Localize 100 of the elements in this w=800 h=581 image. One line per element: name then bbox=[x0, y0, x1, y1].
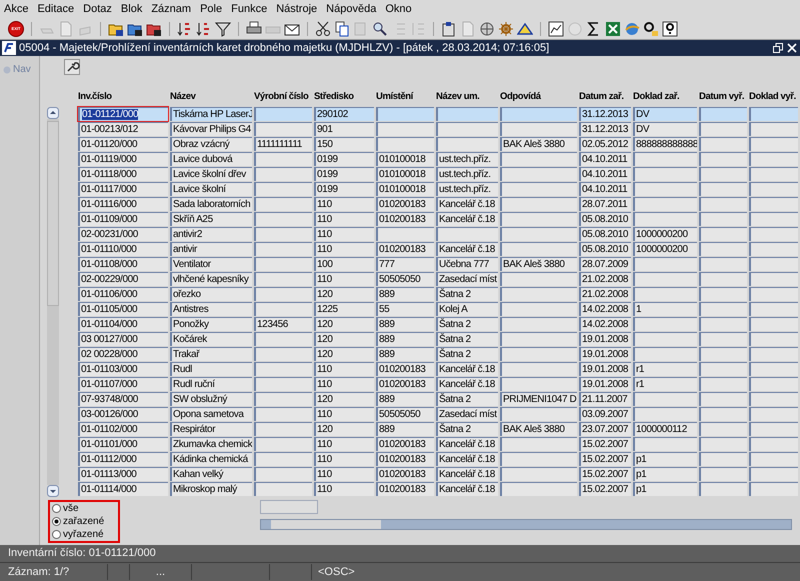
table-cell[interactable]: Ventilator bbox=[170, 257, 252, 271]
table-cell[interactable] bbox=[254, 482, 312, 496]
table-cell[interactable]: BAK Aleš 3880 bbox=[500, 137, 577, 151]
table-cell[interactable]: DV bbox=[633, 122, 697, 136]
table-cell[interactable] bbox=[633, 317, 697, 331]
table-cell[interactable] bbox=[699, 467, 747, 481]
table-cell[interactable]: 290102 bbox=[314, 107, 374, 121]
table-cell[interactable]: 889 bbox=[376, 317, 434, 331]
table-cell[interactable]: Opona sametova bbox=[170, 407, 252, 421]
table-cell[interactable]: Trakař bbox=[170, 347, 252, 361]
table-cell[interactable]: 010200183 bbox=[376, 362, 434, 376]
table-cell[interactable]: 01-01106/000 bbox=[78, 287, 168, 301]
table-cell[interactable]: 01-00213/012 bbox=[78, 122, 168, 136]
table-cell[interactable] bbox=[633, 257, 697, 271]
table-cell[interactable]: 02-00231/000 bbox=[78, 227, 168, 241]
table-cell[interactable]: 01-01104/000 bbox=[78, 317, 168, 331]
table-cell[interactable]: 889 bbox=[376, 332, 434, 346]
table-cell[interactable]: 1000000200 bbox=[633, 242, 697, 256]
table-cell[interactable]: 03-00126/000 bbox=[78, 407, 168, 421]
table-cell[interactable] bbox=[500, 227, 577, 241]
scissors-icon[interactable] bbox=[315, 20, 331, 36]
table-cell[interactable]: Rudl bbox=[170, 362, 252, 376]
table-cell[interactable]: Šatna 2 bbox=[436, 392, 498, 406]
table-cell[interactable]: 110 bbox=[314, 272, 374, 286]
table-cell[interactable]: 010100018 bbox=[376, 182, 434, 196]
document-icon[interactable] bbox=[58, 20, 74, 36]
table-cell[interactable] bbox=[500, 272, 577, 286]
table-cell[interactable]: 1000000112 bbox=[633, 422, 697, 436]
table-cell[interactable]: 110 bbox=[314, 212, 374, 226]
table-cell[interactable]: SW obslužný bbox=[170, 392, 252, 406]
table-cell[interactable]: 120 bbox=[314, 287, 374, 301]
filter-icon[interactable] bbox=[215, 20, 231, 36]
table-cell[interactable]: Kancelář č.18 bbox=[436, 482, 498, 496]
table-cell[interactable] bbox=[254, 467, 312, 481]
table-cell[interactable]: 02-00229/000 bbox=[78, 272, 168, 286]
table-cell[interactable]: ust.tech.příz. bbox=[436, 167, 498, 181]
menu-item[interactable]: Dotaz bbox=[83, 0, 112, 18]
table-cell[interactable] bbox=[699, 302, 747, 316]
table-cell[interactable]: 010100018 bbox=[376, 167, 434, 181]
close-icon[interactable] bbox=[787, 43, 797, 53]
table-cell[interactable]: 28.07.2011 bbox=[579, 197, 631, 211]
table-cell[interactable] bbox=[699, 122, 747, 136]
table-cell[interactable]: Kahan velký bbox=[170, 467, 252, 481]
table-cell[interactable]: 19.01.2008 bbox=[579, 347, 631, 361]
table-cell[interactable] bbox=[749, 152, 798, 166]
table-cell[interactable] bbox=[376, 227, 434, 241]
globe-icon[interactable] bbox=[479, 20, 495, 36]
table-cell[interactable]: 05.08.2010 bbox=[579, 242, 631, 256]
table-cell[interactable]: 010200183 bbox=[376, 197, 434, 211]
table-cell[interactable] bbox=[500, 452, 577, 466]
table-cell[interactable] bbox=[749, 272, 798, 286]
table-cell[interactable]: 01-01109/000 bbox=[78, 212, 168, 226]
table-cell[interactable] bbox=[436, 227, 498, 241]
table-cell[interactable]: 120 bbox=[314, 422, 374, 436]
table-cell[interactable] bbox=[500, 197, 577, 211]
table-cell[interactable] bbox=[254, 152, 312, 166]
table-cell[interactable]: 777 bbox=[376, 257, 434, 271]
table-cell[interactable] bbox=[699, 167, 747, 181]
table-cell[interactable]: 110 bbox=[314, 437, 374, 451]
table-cell[interactable]: Lavice dubová bbox=[170, 152, 252, 166]
table-cell[interactable] bbox=[500, 437, 577, 451]
table-cell[interactable] bbox=[254, 362, 312, 376]
table-cell[interactable] bbox=[749, 317, 798, 331]
table-cell[interactable]: 0199 bbox=[314, 167, 374, 181]
table-cell[interactable]: 010200183 bbox=[376, 212, 434, 226]
table-cell[interactable]: Šatna 2 bbox=[436, 347, 498, 361]
table-cell[interactable]: BAK Aleš 3880 bbox=[500, 257, 577, 271]
table-cell[interactable]: 120 bbox=[314, 347, 374, 361]
table-cell[interactable] bbox=[749, 242, 798, 256]
table-cell[interactable]: Tiskárna HP LaserJ bbox=[170, 107, 252, 121]
table-cell[interactable] bbox=[254, 407, 312, 421]
table-cell[interactable] bbox=[254, 437, 312, 451]
table-cell[interactable] bbox=[254, 452, 312, 466]
table-cell[interactable]: 01-01119/000 bbox=[78, 152, 168, 166]
table-cell[interactable]: 19.01.2008 bbox=[579, 377, 631, 391]
table-cell[interactable] bbox=[436, 107, 498, 121]
table-cell[interactable]: 01-01105/000 bbox=[78, 302, 168, 316]
table-cell[interactable]: 120 bbox=[314, 332, 374, 346]
table-cell[interactable] bbox=[254, 347, 312, 361]
table-cell[interactable] bbox=[254, 167, 312, 181]
table-cell[interactable] bbox=[699, 212, 747, 226]
table-cell[interactable] bbox=[500, 182, 577, 196]
table-cell[interactable]: 0199 bbox=[314, 152, 374, 166]
table-cell[interactable] bbox=[633, 152, 697, 166]
table-cell[interactable] bbox=[500, 377, 577, 391]
table-cell[interactable]: 010200183 bbox=[376, 242, 434, 256]
table-cell[interactable]: 889 bbox=[376, 422, 434, 436]
table-cell[interactable] bbox=[749, 302, 798, 316]
table-cell[interactable] bbox=[436, 122, 498, 136]
table-cell[interactable]: Učebna 777 bbox=[436, 257, 498, 271]
table-cell[interactable]: 15.02.2007 bbox=[579, 452, 631, 466]
wrench-icon[interactable] bbox=[64, 59, 80, 75]
table-cell[interactable]: 02 00228/000 bbox=[78, 347, 168, 361]
table-cell[interactable]: 50505050 bbox=[376, 272, 434, 286]
table-cell[interactable]: vlhčené kapesníky bbox=[170, 272, 252, 286]
vertical-scrollbar[interactable] bbox=[47, 107, 59, 497]
input-field[interactable] bbox=[260, 500, 318, 514]
table-cell[interactable] bbox=[254, 212, 312, 226]
table-cell[interactable] bbox=[500, 212, 577, 226]
table-cell[interactable]: PRIJMENI1047 D bbox=[500, 392, 577, 406]
